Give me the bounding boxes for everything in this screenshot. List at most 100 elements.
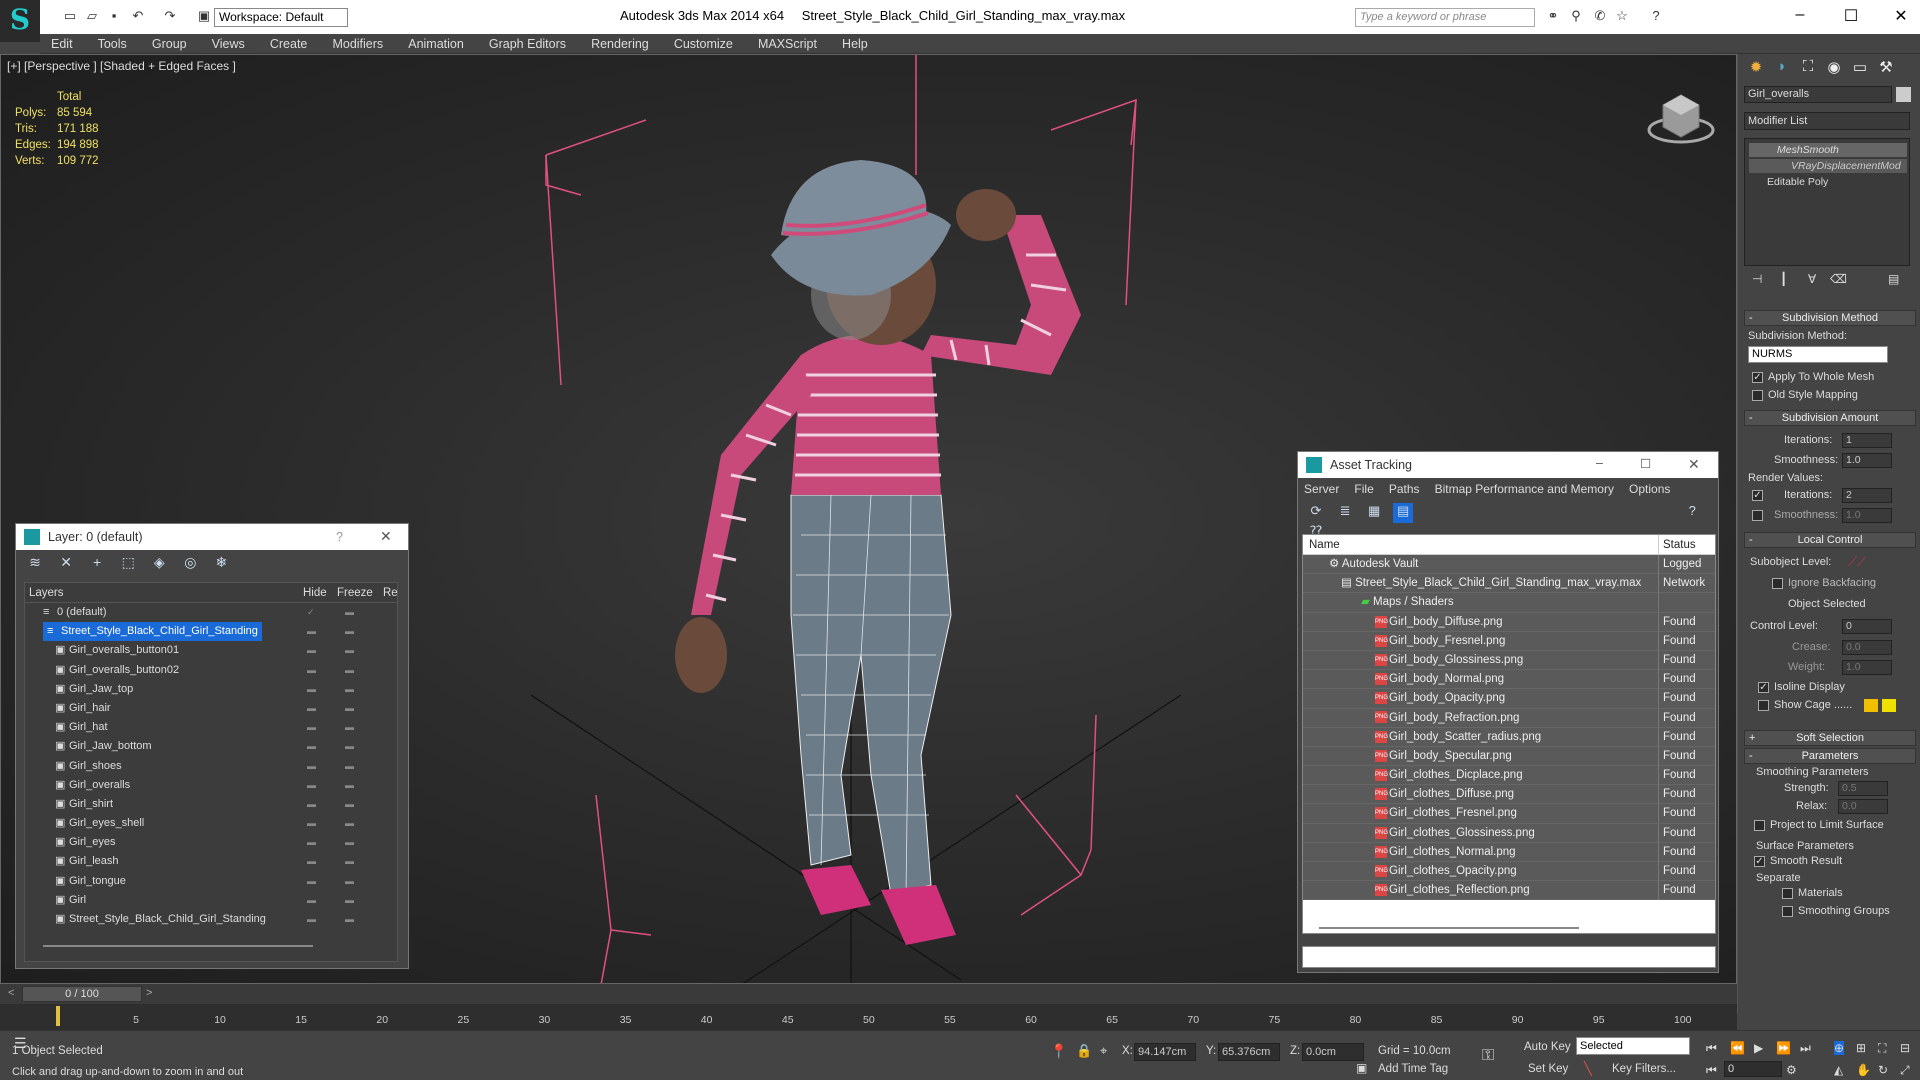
hide-toggle[interactable]: ▬ bbox=[307, 776, 316, 795]
menu-options[interactable]: Options bbox=[1623, 478, 1676, 500]
zoom-extents-icon[interactable]: ⛶ bbox=[1878, 1041, 1886, 1056]
y-coordinate-field[interactable]: 65.376cm bbox=[1218, 1043, 1280, 1061]
freeze-toggle[interactable]: ▬ bbox=[345, 622, 354, 641]
current-frame-marker[interactable] bbox=[56, 1006, 60, 1026]
freeze-toggle[interactable]: ▬ bbox=[345, 699, 354, 718]
hide-toggle[interactable]: ▬ bbox=[307, 872, 316, 891]
asset-row[interactable]: PNGGirl_clothes_Reflection.png Found bbox=[1303, 881, 1715, 901]
binoculars-icon[interactable]: ⚭ bbox=[1545, 8, 1561, 24]
subscription-icon[interactable]: ⚲ bbox=[1568, 8, 1584, 24]
stack-item-meshsmooth[interactable]: MeshSmooth bbox=[1749, 143, 1907, 157]
x-coordinate-field[interactable]: 94.147cm bbox=[1134, 1043, 1196, 1061]
rollout-local-control[interactable]: - Local Control bbox=[1744, 532, 1916, 548]
modifier-list-dropdown[interactable]: Modifier List bbox=[1744, 112, 1910, 130]
hide-toggle[interactable]: ▬ bbox=[307, 833, 316, 852]
remove-modifier-icon[interactable]: ⌫ bbox=[1830, 272, 1847, 286]
layer-row[interactable]: ▣ Girl_shirt ▬ ▬ bbox=[25, 795, 397, 814]
freeze-toggle[interactable]: ▬ bbox=[345, 852, 354, 871]
object-color-swatch[interactable] bbox=[1896, 87, 1911, 102]
hide-toggle[interactable]: ▬ bbox=[307, 757, 316, 776]
column-status[interactable]: Status bbox=[1658, 535, 1696, 555]
close-icon[interactable]: ✕ bbox=[1688, 456, 1700, 473]
column-render[interactable]: Re bbox=[383, 583, 398, 603]
next-frame-icon[interactable]: > bbox=[146, 987, 152, 999]
hide-toggle[interactable]: ▬ bbox=[307, 814, 316, 833]
asset-row[interactable]: PNGGirl_body_Glossiness.png Found bbox=[1303, 650, 1715, 671]
control-level-spinner[interactable]: 0 bbox=[1842, 619, 1892, 634]
isolate-icon[interactable]: 📍 bbox=[1050, 1043, 1067, 1060]
freeze-toggle[interactable]: ▬ bbox=[345, 641, 354, 660]
layer-row[interactable]: ▣ Girl_overalls ▬ ▬ bbox=[25, 776, 397, 795]
help-button[interactable]: ? bbox=[336, 530, 343, 544]
freeze-toggle[interactable]: ▬ bbox=[345, 661, 354, 680]
render-smoothness-spinner[interactable]: 1.0 bbox=[1842, 508, 1892, 523]
select-objects-icon[interactable]: ⬚ bbox=[117, 554, 139, 574]
prev-key-icon[interactable]: ⏪ bbox=[1730, 1041, 1745, 1055]
menu-tools[interactable]: Tools bbox=[87, 34, 138, 51]
delete-layer-icon[interactable]: ✕ bbox=[55, 554, 77, 574]
maximize-icon[interactable]: ☐ bbox=[1640, 456, 1651, 471]
hide-toggle[interactable]: ▬ bbox=[307, 680, 316, 699]
orbit-icon[interactable]: ↻ bbox=[1878, 1063, 1888, 1077]
hide-toggle[interactable]: ▬ bbox=[307, 699, 316, 718]
hide-toggle[interactable]: ✓ bbox=[307, 603, 315, 622]
asset-path-field[interactable] bbox=[1302, 946, 1716, 968]
asset-row[interactable]: PNGGirl_body_Normal.png Found bbox=[1303, 670, 1715, 690]
hide-toggle[interactable]: ▬ bbox=[307, 661, 316, 680]
menu-help[interactable]: Help bbox=[831, 34, 879, 51]
cage-color-swatch-1[interactable] bbox=[1864, 699, 1878, 712]
cage-color-swatch-2[interactable] bbox=[1882, 699, 1896, 712]
time-tag-icon[interactable]: ▣ bbox=[1356, 1061, 1367, 1075]
workspace-dropdown[interactable]: Workspace: Default bbox=[214, 8, 348, 27]
timeline-ruler[interactable]: 5 10 15 20 25 30 35 40 45 50 55 60 65 70 75 80 85 90 95 100 bbox=[0, 1004, 1737, 1030]
maximize-viewport-icon[interactable]: ⤢ bbox=[1900, 1063, 1910, 1078]
thumbnail-view-icon[interactable]: ▦ bbox=[1364, 503, 1384, 523]
maximize-icon[interactable]: ☐ bbox=[1836, 6, 1866, 26]
close-icon[interactable]: ✕ bbox=[1886, 6, 1916, 26]
subdivision-method-select[interactable]: NURMS bbox=[1748, 346, 1888, 363]
hide-toggle[interactable]: ▬ bbox=[307, 910, 316, 929]
menu-views[interactable]: Views bbox=[201, 34, 256, 51]
layer-row[interactable]: ▣ Girl_Jaw_bottom ▬ ▬ bbox=[25, 737, 397, 756]
zoom-extents-all-icon[interactable]: ⊟ bbox=[1900, 1041, 1910, 1055]
crease-spinner[interactable]: 0.0 bbox=[1842, 640, 1892, 655]
project-limit-surface-checkbox[interactable] bbox=[1754, 820, 1765, 831]
prev-frame-icon[interactable]: < bbox=[8, 987, 14, 999]
undo-icon[interactable]: ↶ bbox=[130, 8, 146, 24]
make-unique-icon[interactable]: ∀ bbox=[1808, 272, 1816, 286]
layer-row[interactable]: ▣ Girl ▬ ▬ bbox=[25, 891, 397, 910]
layer-row[interactable]: ▣ Girl_eyes ▬ ▬ bbox=[25, 833, 397, 852]
hide-toggle[interactable]: ▬ bbox=[307, 737, 316, 756]
set-key-icon[interactable]: ⚿ bbox=[1482, 1047, 1494, 1065]
horizontal-scrollbar[interactable] bbox=[1319, 927, 1579, 929]
key-mode-icon[interactable]: ╲ bbox=[1584, 1061, 1592, 1077]
strength-spinner[interactable]: 0.5 bbox=[1838, 781, 1888, 796]
layer-row[interactable]: ▣ Girl_shoes ▬ ▬ bbox=[25, 757, 397, 776]
asset-row[interactable]: PNGGirl_clothes_Diffuse.png Found bbox=[1303, 785, 1715, 805]
motion-tab-icon[interactable]: ◉ bbox=[1822, 58, 1846, 80]
zoom-icon[interactable]: ⊕ bbox=[1834, 1041, 1845, 1055]
freeze-toggle[interactable]: ▬ bbox=[345, 718, 354, 737]
hierarchy-tab-icon[interactable]: ⛶ bbox=[1796, 58, 1820, 80]
key-filter-select[interactable]: Selected bbox=[1576, 1037, 1690, 1055]
field-of-view-icon[interactable]: ◭ bbox=[1834, 1063, 1843, 1077]
asset-window-titlebar[interactable]: Asset Tracking – ☐ ✕ bbox=[1298, 452, 1718, 478]
z-coordinate-field[interactable]: 0.0cm bbox=[1302, 1043, 1364, 1061]
asset-row[interactable]: PNGGirl_clothes_Dicplace.png Found bbox=[1303, 766, 1715, 786]
app-logo-icon[interactable]: S bbox=[0, 0, 40, 42]
help-icon[interactable]: ? bbox=[1682, 503, 1702, 523]
table-view-icon[interactable]: ▤ bbox=[1393, 503, 1414, 523]
refresh-icon[interactable]: ⟳ bbox=[1306, 503, 1326, 523]
current-frame-field[interactable]: 0 bbox=[1724, 1061, 1782, 1077]
time-slider[interactable]: < 0 / 100 > bbox=[0, 984, 1737, 1004]
menu-modifiers[interactable]: Modifiers bbox=[321, 34, 394, 51]
absolute-mode-icon[interactable]: ⌖ bbox=[1100, 1043, 1107, 1059]
apply-whole-mesh-checkbox[interactable]: ✓ bbox=[1752, 372, 1763, 383]
column-layers[interactable]: Layers bbox=[29, 583, 64, 603]
layer-row[interactable]: ≡ Street_Style_Black_Child_Girl_Standing ▬… bbox=[25, 622, 397, 642]
separate-smoothing-groups-checkbox[interactable] bbox=[1782, 906, 1793, 917]
asset-row[interactable]: PNGGirl_clothes_Fresnel.png Found bbox=[1303, 804, 1715, 824]
help-icon[interactable]: ? bbox=[1648, 8, 1664, 24]
menu-paths[interactable]: Paths bbox=[1383, 478, 1426, 500]
layer-row[interactable]: ▣ Girl_hair ▬ ▬ bbox=[25, 699, 397, 718]
